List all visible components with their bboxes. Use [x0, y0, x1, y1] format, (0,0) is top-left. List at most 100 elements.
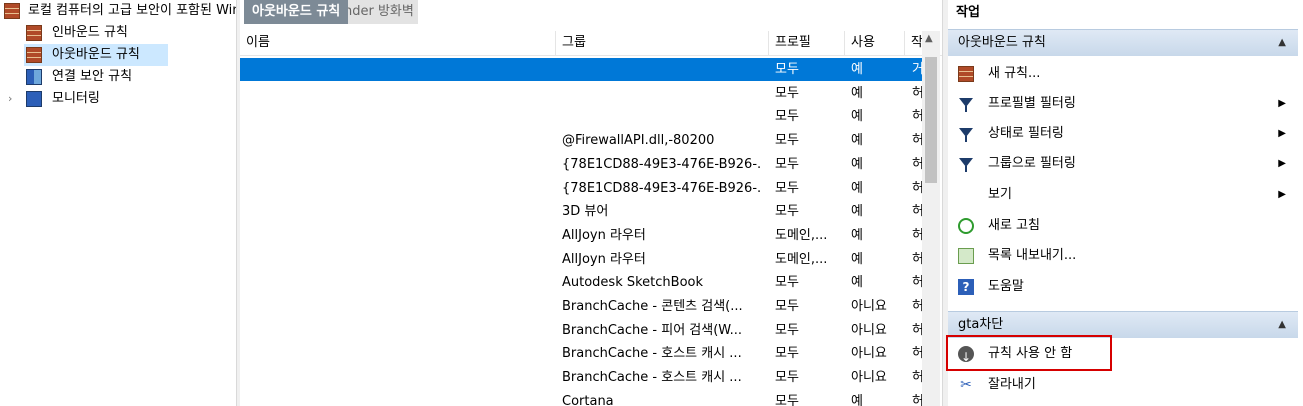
- cell-group: BranchCache - 호스트 캐시 ...: [562, 370, 742, 386]
- table-row[interactable]: BranchCache 호스트 캐시 서버(HTTP-Out)BranchCac…: [240, 342, 924, 365]
- action-label: 새 규칙...: [988, 66, 1041, 81]
- action-label: 목록 내보내기...: [988, 248, 1077, 263]
- collapse-caret-icon[interactable]: ▲: [1278, 312, 1286, 338]
- cell-enabled: 예: [851, 227, 863, 243]
- tree-item-outbound-rules[interactable]: 아웃바운드 규칙: [24, 44, 168, 66]
- filter-icon: [958, 156, 974, 172]
- cut-icon: ✂: [960, 377, 972, 393]
- table-row[interactable]: Skype{78E1CD88-49E3-476E-B926-...모두예허: [240, 153, 924, 176]
- table-row[interactable]: @FirewallAPI.dll,-80204@FirewallAPI.dll,…: [240, 129, 924, 152]
- column-header-name[interactable]: 이름: [240, 31, 556, 55]
- actions-section-outbound-header[interactable]: 아웃바운드 규칙 ▲: [948, 29, 1298, 56]
- action-filter-by-group[interactable]: 그룹으로 필터링 ▶: [948, 150, 1298, 178]
- export-icon: [958, 248, 974, 264]
- cell-enabled: 예: [851, 180, 863, 196]
- cell-enabled: 예: [851, 251, 863, 267]
- action-help[interactable]: ? 도움말: [948, 273, 1298, 301]
- submenu-arrow-icon: ▶: [1278, 189, 1286, 200]
- cell-enabled: 아니요: [851, 346, 887, 362]
- submenu-arrow-icon: ▶: [1278, 128, 1286, 139]
- collapse-caret-icon[interactable]: ▲: [1278, 30, 1286, 56]
- tree-item-label: 아웃바운드 규칙: [52, 47, 140, 62]
- cell-group: @FirewallAPI.dll,-80200: [562, 133, 715, 149]
- cell-group: BranchCache - 콘텐츠 검색(...: [562, 299, 743, 314]
- monitor-icon: [26, 91, 42, 107]
- action-view[interactable]: 보기 ▶: [948, 181, 1298, 209]
- tree-item-inbound-rules[interactable]: 인바운드 규칙: [24, 22, 184, 44]
- action-refresh[interactable]: 새로 고침: [948, 212, 1298, 240]
- cell-profile: 도메인,...: [775, 227, 828, 243]
- cell-profile: 모두: [775, 62, 799, 77]
- cell-group: Autodesk SketchBook: [562, 275, 704, 291]
- cell-profile: 모두: [775, 109, 799, 125]
- cell-profile: 모두: [775, 370, 799, 386]
- tree-item-label: 인바운드 규칙: [52, 25, 128, 40]
- table-row[interactable]: nProtect Online Security Updater모두예허: [240, 82, 924, 105]
- table-row[interactable]: Wizvera-Delfino-G3-out모두예허: [240, 105, 924, 128]
- cell-group: AllJoyn 라우터: [562, 251, 646, 267]
- action-label: 도움말: [988, 279, 1024, 294]
- actions-title: 작업: [956, 5, 980, 20]
- action-filter-by-state[interactable]: 상태로 필터링 ▶: [948, 120, 1298, 148]
- tree-item-label: 모니터링: [52, 91, 100, 106]
- table-row[interactable]: AllJoyn 라우터(UDP-Out)AllJoyn 라우터도메인,...예허: [240, 248, 924, 271]
- cell-enabled: 예: [851, 204, 863, 220]
- connection-security-icon: [26, 69, 42, 85]
- table-row[interactable]: 3D 뷰어3D 뷰어모두예허: [240, 200, 924, 223]
- table-row[interactable]: BranchCache 호스트 캐시 클라이언트(HT...BranchCach…: [240, 366, 924, 389]
- section-header-label: 아웃바운드 규칙: [958, 35, 1046, 50]
- scroll-up-icon[interactable]: ▲: [925, 33, 933, 44]
- action-new-rule[interactable]: 새 규칙...: [948, 60, 1298, 88]
- table-row[interactable]: AllJoyn 라우터(TCP-Out)AllJoyn 라우터도메인,...예허: [240, 224, 924, 247]
- action-export-list[interactable]: 목록 내보내기...: [948, 242, 1298, 270]
- tree-item-connection-security-rules[interactable]: 연결 보안 규칙: [24, 66, 184, 88]
- submenu-arrow-icon: ▶: [1278, 98, 1286, 109]
- cell-enabled: 아니요: [851, 322, 887, 338]
- refresh-icon: [958, 218, 974, 234]
- submenu-arrow-icon: ▶: [1278, 158, 1286, 169]
- action-filter-by-profile[interactable]: 프로필별 필터링 ▶: [948, 90, 1298, 118]
- column-header-enabled[interactable]: 사용: [845, 31, 905, 55]
- action-label: 보기: [988, 187, 1012, 202]
- cell-profile: 모두: [775, 133, 799, 149]
- table-row[interactable]: BranchCache 콘텐츠 검색(HTTP-Out)BranchCache …: [240, 295, 924, 318]
- cell-enabled: 예: [851, 62, 863, 77]
- table-row[interactable]: gta차단모두예거: [240, 58, 924, 81]
- column-header-group[interactable]: 그룹: [556, 31, 769, 55]
- tree-item-label: 연결 보안 규칙: [52, 69, 133, 84]
- cell-profile: 모두: [775, 275, 799, 291]
- new-rule-icon: [958, 66, 974, 82]
- table-row[interactable]: BranchCache 피어 검색(WSD-Out)BranchCache - …: [240, 319, 924, 342]
- action-label: 그룹으로 필터링: [988, 156, 1076, 171]
- cell-profile: 모두: [775, 393, 799, 406]
- vertical-scrollbar[interactable]: ▲: [922, 31, 940, 406]
- scrollbar-thumb[interactable]: [925, 57, 937, 183]
- column-header-profile[interactable]: 프로필: [769, 31, 845, 55]
- filter-icon: [958, 96, 974, 112]
- table-row[interactable]: CortanaCortana모두예허: [240, 390, 924, 406]
- actions-section-rule-header[interactable]: gta차단 ▲: [948, 311, 1298, 338]
- cell-enabled: 예: [851, 156, 863, 172]
- cell-enabled: 아니요: [851, 370, 887, 386]
- highlight-box: [946, 335, 1112, 371]
- cell-profile: 모두: [775, 204, 799, 220]
- tree-root-item[interactable]: 로컬 컴퓨터의 고급 보안이 포함된 Windows Defender 방화벽: [0, 0, 379, 22]
- outbound-rules-icon: [26, 47, 42, 63]
- column-header-action[interactable]: 작: [905, 31, 923, 55]
- column-header-row: 이름 그룹 프로필 사용 작: [240, 31, 942, 56]
- cell-group: AllJoyn 라우터: [562, 227, 646, 243]
- expand-chevron-icon[interactable]: ›: [8, 88, 12, 110]
- cell-profile: 모두: [775, 156, 799, 172]
- tab-title: 아웃바운드 규칙: [244, 0, 349, 24]
- action-cut[interactable]: ✂ 잘라내기: [948, 371, 1298, 399]
- cell-group: {78E1CD88-49E3-476E-B926-...: [562, 156, 762, 172]
- cell-enabled: 예: [851, 85, 863, 101]
- action-label: 잘라내기: [988, 377, 1036, 392]
- table-row[interactable]: Skype{78E1CD88-49E3-476E-B926-...모두예허: [240, 177, 924, 200]
- tree-item-monitoring[interactable]: › 모니터링: [0, 88, 184, 110]
- table-row[interactable]: Autodesk SketchBookAutodesk SketchBook모두…: [240, 271, 924, 294]
- cell-profile: 모두: [775, 299, 799, 314]
- filter-icon: [958, 126, 974, 142]
- help-icon: ?: [958, 279, 974, 295]
- cell-enabled: 예: [851, 109, 863, 125]
